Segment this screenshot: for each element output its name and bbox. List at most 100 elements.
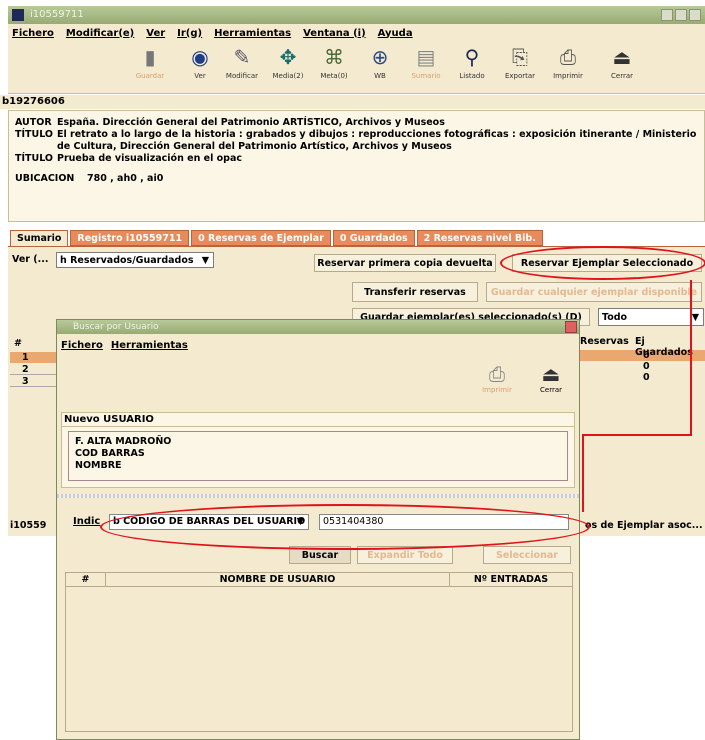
chevron-down-icon: ▼ (201, 254, 209, 266)
user-info-box: F. ALTA MADROÑO COD BARRAS NOMBRE (68, 431, 568, 481)
dialog-close-icon[interactable] (565, 321, 577, 333)
status-left: i10559 (10, 520, 47, 531)
index-label: Indic (73, 516, 101, 527)
view-select[interactable]: h Reservados/Guardados ▼ (56, 252, 214, 268)
location-value: 780 , ah0 , ai0 (87, 173, 164, 184)
record-panel: AUTOR España. Dirección General del Patri… (8, 110, 705, 222)
menu-herramientas[interactable]: Herramientas (214, 28, 291, 39)
app-logo-icon (12, 9, 24, 21)
user-line: F. ALTA MADROÑO (75, 436, 172, 447)
edit-icon: ✎ (233, 45, 251, 69)
table-row[interactable]: 0 (578, 361, 705, 372)
todo-select[interactable]: Todo ▼ (598, 308, 704, 326)
tab-sumario[interactable]: Sumario (10, 230, 69, 246)
list-button[interactable]: ⚲ Listado (448, 46, 496, 80)
media-button[interactable]: ✥ Media(2) (264, 46, 312, 80)
window-titlebar: i10559711 (8, 6, 705, 24)
edit-button[interactable]: ✎ Modificar (218, 46, 266, 80)
connector-line (582, 434, 584, 512)
splitter[interactable] (57, 494, 579, 498)
tabs-bar: Sumario Registro i10559711 0 Reservas de… (8, 230, 705, 246)
field-label: AUTOR (15, 117, 52, 128)
window-controls (661, 9, 701, 21)
printer-icon: ⎙ (489, 362, 505, 386)
menu-ver[interactable]: Ver (146, 28, 165, 39)
table-row-num[interactable]: 3 (10, 376, 56, 387)
search-icon: ⚲ (464, 45, 480, 69)
meta-icon: ⌘ (324, 45, 344, 69)
save-icon: ▮ (144, 45, 156, 69)
reserve-first-button[interactable]: Reservar primera copia devuelta (314, 254, 496, 272)
save-button[interactable]: ▮ Guardar (126, 46, 174, 80)
meta-button[interactable]: ⌘ Meta(0) (310, 46, 358, 80)
select-button[interactable]: Seleccionar (483, 546, 571, 564)
dialog-title: Buscar por Usuario (73, 322, 159, 332)
menu-bar: Fichero Modificar(e) Ver Ir(g) Herramien… (8, 24, 705, 42)
menu-fichero[interactable]: Fichero (12, 28, 54, 39)
reserves-table: Reservas Ej Guardados 0 0 0 (578, 336, 705, 383)
tab-registro[interactable]: Registro i10559711 (70, 230, 190, 246)
user-line: COD BARRAS (75, 448, 145, 459)
close-window-icon[interactable] (689, 9, 701, 21)
menu-ir[interactable]: Ir(g) (177, 28, 202, 39)
summary-button[interactable]: ▤ Sumario (402, 46, 450, 80)
export-icon: ⎘ (512, 45, 528, 69)
minimize-icon[interactable] (661, 9, 673, 21)
save-available-button[interactable]: Guardar cualquier ejemplar disponible (486, 282, 702, 302)
printer-icon: ⎙ (560, 45, 576, 69)
new-user-label: Nuevo USUARIO (62, 413, 574, 427)
table-header-reservas: Reservas (580, 336, 629, 347)
menu-ayuda[interactable]: Ayuda (378, 28, 413, 39)
field-value: Prueba de visualización en el opac (57, 153, 243, 164)
view-icon: ◉ (191, 45, 209, 69)
media-icon: ✥ (279, 45, 297, 69)
export-button[interactable]: ⎘ Exportar (496, 46, 544, 80)
tab-guardados[interactable]: 0 Guardados (332, 230, 415, 246)
menu-modificar[interactable]: Modificar(e) (66, 28, 134, 39)
view-button[interactable]: ◉ Ver (176, 46, 224, 80)
results-table: # NOMBRE DE USUARIO Nº ENTRADAS (65, 572, 573, 732)
tab-reservas-ejemplar[interactable]: 0 Reservas de Ejemplar (191, 230, 331, 246)
table-header-num: # (14, 338, 22, 349)
connector-line (582, 434, 692, 436)
results-header-entries: Nº ENTRADAS (473, 574, 549, 585)
maximize-icon[interactable] (675, 9, 687, 21)
print-button[interactable]: ⎙ Imprimir (544, 46, 592, 80)
record-number: b19276606 (0, 95, 705, 109)
location-label: UBICACION (15, 173, 75, 184)
chevron-down-icon: ▼ (691, 311, 699, 323)
view-label: Ver (... (12, 254, 49, 265)
summary-icon: ▤ (416, 45, 436, 69)
results-header: # NOMBRE DE USUARIO Nº ENTRADAS (66, 573, 572, 587)
dialog-menu-fichero[interactable]: Fichero (61, 340, 103, 351)
table-header-guardados: Ej Guardados (635, 336, 693, 358)
field-label: TÍTULO (15, 153, 53, 164)
table-row-num[interactable]: 2 (10, 364, 56, 375)
new-user-panel: Nuevo USUARIO F. ALTA MADROÑO COD BARRAS… (61, 412, 575, 488)
web-icon: ⊕ (371, 45, 389, 69)
tab-reservas-bib[interactable]: 2 Reservas nivel Bib. (416, 230, 543, 246)
web-button[interactable]: ⊕ WB (356, 46, 404, 80)
dialog-titlebar: Buscar por Usuario (57, 320, 579, 334)
results-header-name: NOMBRE DE USUARIO (106, 573, 450, 586)
close-button[interactable]: ⏏ Cerrar (598, 46, 646, 80)
close-icon: ⏏ (541, 362, 561, 386)
table-row[interactable]: 0 (578, 372, 705, 383)
dialog-menu-herramientas[interactable]: Herramientas (111, 340, 188, 351)
dialog-close-button[interactable]: ⏏ Cerrar (531, 362, 571, 394)
dialog-menu: Fichero Herramientas (61, 340, 188, 351)
field-value: El retrato a lo largo de la historia : g… (57, 129, 697, 152)
menu-ventana[interactable]: Ventana (i) (303, 28, 366, 39)
field-value: España. Dirección General del Patrimonio… (57, 117, 445, 128)
transfer-button[interactable]: Transferir reservas (352, 282, 478, 302)
connector-line (690, 280, 692, 436)
table-row-num[interactable]: 1 (10, 352, 56, 363)
toolbar: ▮ Guardar ◉ Ver ✎ Modificar ✥ Media(2) ⌘ Meta… (8, 42, 705, 94)
status-right: os de Ejemplar asoc... (585, 520, 703, 531)
highlight-oval (100, 504, 590, 550)
dialog-print-button[interactable]: ⎙ Imprimir (477, 362, 517, 394)
close-icon: ⏏ (612, 45, 632, 69)
results-header-num: # (66, 573, 106, 586)
highlight-oval (500, 246, 705, 280)
user-line: NOMBRE (75, 460, 122, 471)
